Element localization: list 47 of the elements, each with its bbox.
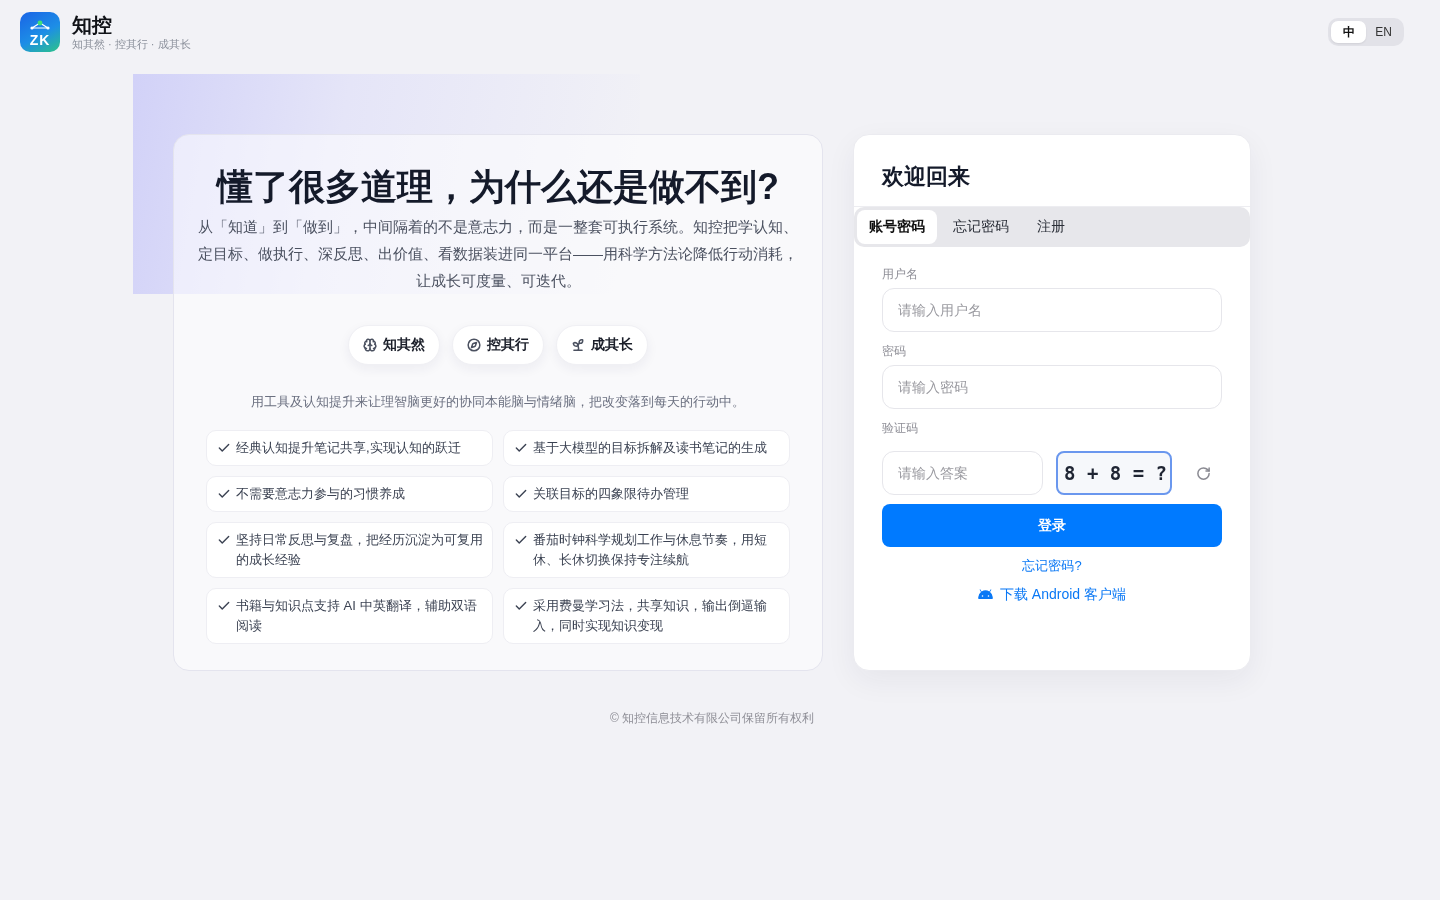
check-icon — [514, 441, 528, 455]
intro-heading: 懂了很多道理，为什么还是做不到? — [217, 165, 779, 209]
feature-text: 坚持日常反思与复盘，把经历沉淀为可复用的成长经验 — [236, 531, 484, 569]
forgot-password-link[interactable]: 忘记密码? — [1022, 557, 1082, 575]
feature-text: 不需要意志力参与的习惯养成 — [236, 485, 405, 503]
check-icon — [514, 599, 528, 613]
field-label: 密码 — [882, 343, 907, 359]
check-icon — [514, 487, 528, 501]
login-heading: 欢迎回来 — [882, 163, 971, 191]
intro-tagline: 用工具及认知提升来让理智脑更好的协同本能脑与情绪脑，把改变落到每天的行动中。 — [251, 393, 745, 411]
login-tab[interactable]: 注册 — [1025, 210, 1077, 244]
intro-description: 从「知道」到「做到」，中间隔着的不是意志力，而是一整套可执行系统。知控把学认知、定目标、做执行、深反思、出价值、看数据装进同一平台——用科学方法论降低行动消耗，让成长可度量、可迭代。 — [198, 217, 798, 291]
app-logo: ZK — [20, 12, 60, 52]
android-icon — [977, 589, 993, 599]
language-option[interactable]: 中 — [1331, 21, 1366, 43]
login-tab[interactable]: 账号密码 — [857, 210, 937, 244]
check-icon — [217, 599, 231, 613]
check-icon — [217, 441, 231, 455]
feature-text: 采用费曼学习法，共享知识，输出倒逼输入，同时实现知识变现 — [533, 597, 768, 635]
feature-text: 经典认知提升笔记共享,实现认知的跃迁 — [236, 439, 461, 457]
check-icon — [217, 533, 231, 547]
chip-label: 控其行 — [487, 336, 529, 354]
download-link[interactable]: 下载 Android 客户端 — [977, 585, 1126, 603]
feature-text: 基于大模型的目标拆解及读书笔记的生成 — [533, 439, 767, 457]
check-icon — [217, 487, 231, 501]
app-slogan: 知其然 · 控其行 · 成其长 — [72, 37, 191, 51]
language-option[interactable]: EN — [1366, 21, 1401, 43]
chip-label: 知其然 — [383, 336, 425, 354]
login-tab[interactable]: 忘记密码 — [941, 210, 1021, 244]
feature-text: 番茄时钟科学规划工作与休息节奏，用短休、长休切换保持专注续航 — [533, 531, 768, 569]
sprout-icon — [571, 338, 585, 352]
brain-icon — [363, 338, 377, 352]
chip-label: 成其长 — [591, 336, 633, 354]
field-label: 用户名 — [882, 266, 919, 282]
password-field[interactable]: 请输入密码 — [882, 365, 1222, 409]
captcha-challenge: 8 + 8 = ? — [1056, 451, 1172, 495]
feature-text: 关联目标的四象限待办管理 — [533, 485, 689, 503]
compass-icon — [467, 338, 481, 352]
field-label: 验证码 — [882, 420, 919, 436]
check-icon — [514, 533, 528, 547]
feature-text: 书籍与知识点支持 AI 中英翻译，辅助双语阅读 — [236, 597, 478, 635]
copyright-text: © 知控信息技术有限公司保留所有权利 — [609, 711, 815, 725]
refresh-icon — [1195, 465, 1211, 481]
username-field[interactable]: 请输入用户名 — [882, 288, 1222, 332]
captcha-answer-field[interactable]: 请输入答案 — [882, 451, 1043, 495]
app-name: 知控 — [72, 13, 113, 37]
login-button[interactable]: 登录 — [882, 504, 1222, 547]
